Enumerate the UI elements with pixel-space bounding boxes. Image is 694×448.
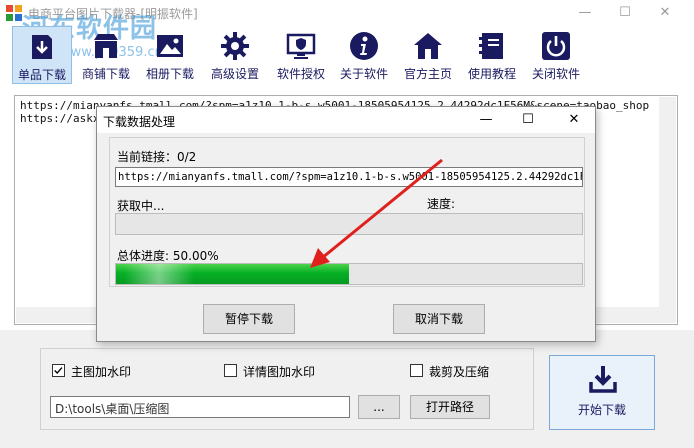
check-icon xyxy=(54,367,63,375)
toolbar-exit[interactable]: 关闭软件 xyxy=(526,26,586,84)
pause-download-button[interactable]: 暂停下载 xyxy=(203,304,295,334)
toolbar-label: 官方主页 xyxy=(403,67,452,81)
toolbar-album-download[interactable]: 相册下载 xyxy=(140,26,200,84)
dialog-titlebar: 下载数据处理 — ☐ ✕ xyxy=(97,107,595,133)
close-button[interactable]: ✕ xyxy=(650,2,680,24)
info-icon xyxy=(350,32,378,60)
toolbar-shop-download[interactable]: 商铺下载 xyxy=(76,26,136,84)
total-progress-fill xyxy=(116,264,349,284)
progress-shine xyxy=(124,264,194,284)
dialog-maximize-button[interactable]: ☐ xyxy=(513,109,543,131)
toolbar-single-download[interactable]: 单品下载 xyxy=(12,26,72,84)
main-watermark-label: 主图加水印 xyxy=(71,365,132,379)
current-link-field[interactable]: https://mianyanfs.tmall.com/?spm=a1z10.1… xyxy=(115,167,583,187)
toolbar-label: 软件授权 xyxy=(276,67,325,81)
save-path-input[interactable]: D:\tools\桌面\压缩图 xyxy=(50,396,350,418)
main-watermark-checkbox[interactable] xyxy=(52,364,65,377)
detail-watermark-label: 详情图加水印 xyxy=(243,365,316,379)
detail-watermark-checkbox[interactable] xyxy=(224,364,237,377)
maximize-button[interactable]: ☐ xyxy=(610,2,640,24)
fetch-progress-bar xyxy=(115,213,583,235)
open-path-button[interactable]: 打开路径 xyxy=(410,395,490,419)
log-vertical-scrollbar[interactable] xyxy=(659,97,676,323)
toolbar-label: 高级设置 xyxy=(210,67,259,81)
dialog-minimize-button[interactable]: — xyxy=(471,109,501,131)
dialog-close-button[interactable]: ✕ xyxy=(559,109,589,131)
minimize-button[interactable]: — xyxy=(570,2,600,24)
home-icon xyxy=(414,33,442,59)
shop-download-icon xyxy=(94,34,118,58)
gear-icon xyxy=(221,32,249,60)
dialog-title: 下载数据处理 xyxy=(103,115,176,129)
log-line: https://askx xyxy=(20,112,100,125)
fetching-label: 获取中... xyxy=(117,199,165,213)
toolbar-label: 单品下载 xyxy=(17,68,66,82)
crop-compress-checkbox[interactable] xyxy=(410,364,423,377)
crop-compress-label: 裁剪及压缩 xyxy=(429,365,490,379)
current-link-label: 当前链接：0/2 xyxy=(117,150,197,164)
toolbar-label: 关于软件 xyxy=(339,67,388,81)
toolbar-label: 使用教程 xyxy=(467,67,516,81)
album-download-icon xyxy=(157,35,183,57)
total-progress-bar xyxy=(115,263,583,285)
toolbar: 单品下载 商铺下载 相册下载 高级设置 软件授权 关于软件 官方主页 使用教程 … xyxy=(0,26,694,88)
speed-label: 速度: xyxy=(427,197,456,211)
app-logo-icon xyxy=(6,5,22,21)
total-progress-label: 总体进度: 50.00% xyxy=(117,249,219,263)
toolbar-license[interactable]: 软件授权 xyxy=(270,26,332,84)
cancel-download-button[interactable]: 取消下载 xyxy=(393,304,485,334)
toolbar-label: 关闭软件 xyxy=(531,67,580,81)
book-icon xyxy=(479,33,503,59)
toolbar-about[interactable]: 关于软件 xyxy=(334,26,394,84)
start-download-button[interactable]: 开始下载 xyxy=(549,355,655,430)
toolbar-advanced-settings[interactable]: 高级设置 xyxy=(204,26,266,84)
browse-button[interactable]: ... xyxy=(358,395,400,419)
shield-monitor-icon xyxy=(286,33,316,59)
download-icon xyxy=(589,366,617,393)
toolbar-homepage[interactable]: 官方主页 xyxy=(398,26,458,84)
start-download-label: 开始下载 xyxy=(577,403,626,417)
toolbar-label: 商铺下载 xyxy=(81,67,130,81)
toolbar-tutorial[interactable]: 使用教程 xyxy=(462,26,522,84)
single-download-icon xyxy=(32,35,52,59)
download-dialog: 下载数据处理 — ☐ ✕ 当前链接：0/2 https://mianyanfs.… xyxy=(96,106,596,342)
toolbar-label: 相册下载 xyxy=(145,67,194,81)
power-icon xyxy=(542,32,570,60)
